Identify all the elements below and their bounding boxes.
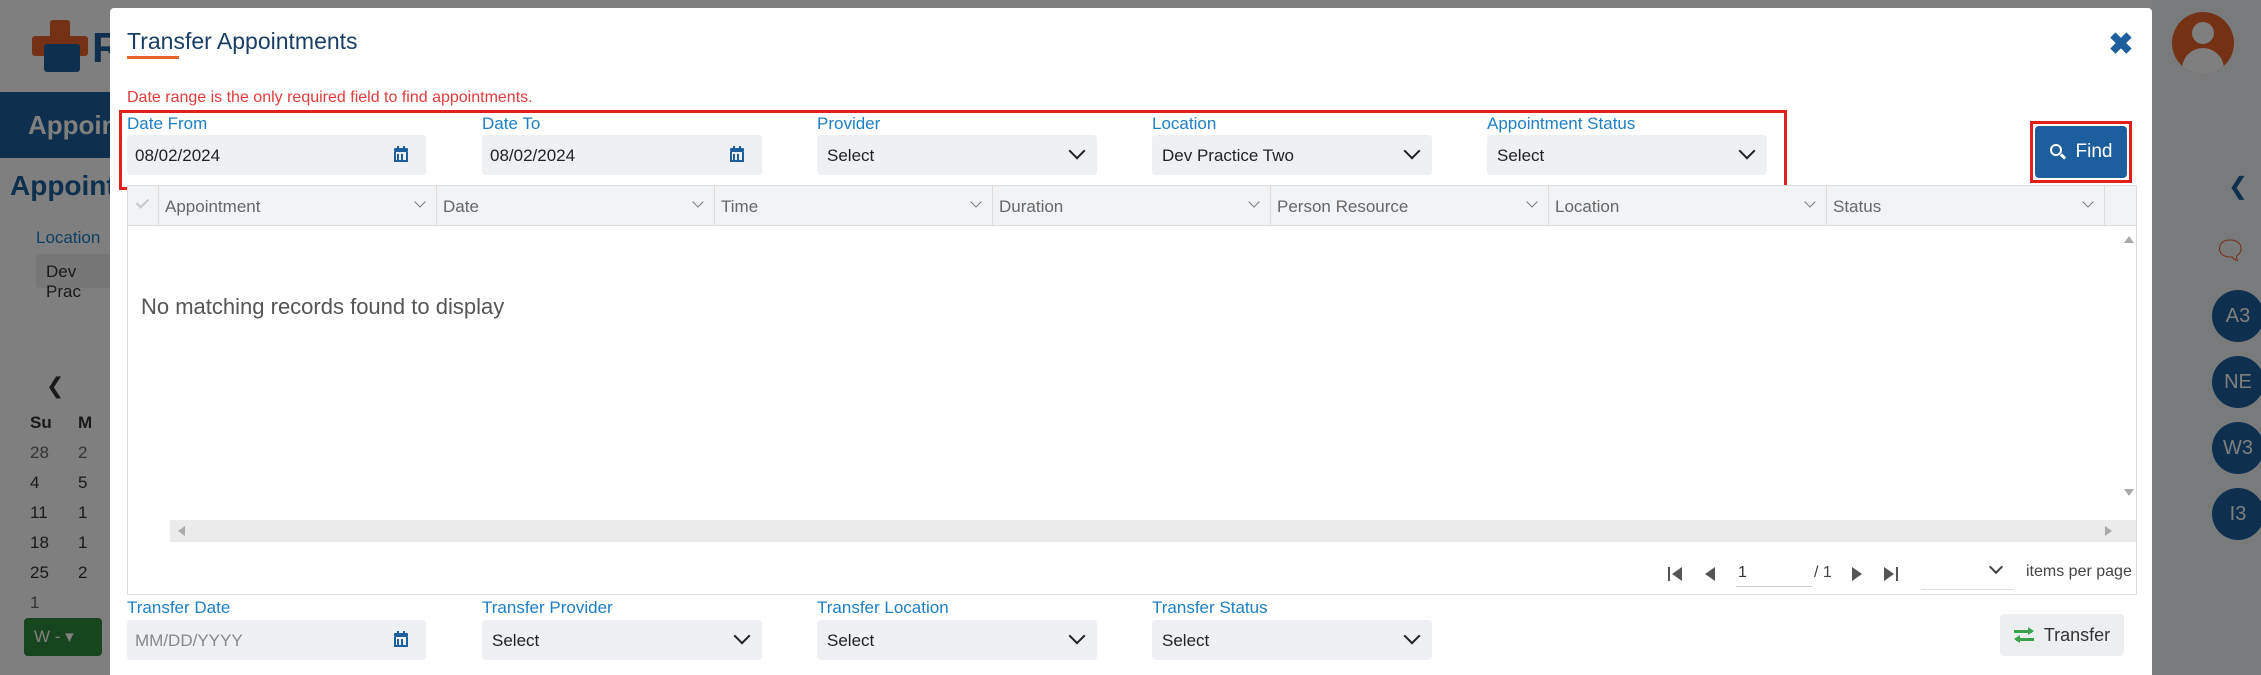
- page-number-input[interactable]: 1: [1736, 559, 1812, 587]
- date-to-value: 08/02/2024: [490, 146, 576, 165]
- page-total: / 1: [1814, 564, 1832, 581]
- transfer-provider-select[interactable]: Select: [482, 620, 762, 660]
- column-header-duration[interactable]: Duration: [993, 186, 1271, 226]
- grid-header: Appointment Date Time Duration Person Re…: [128, 186, 2136, 226]
- date-from-input[interactable]: 08/02/2024: [127, 135, 426, 175]
- items-per-page-select[interactable]: [1921, 554, 2013, 590]
- transfer-date-input[interactable]: MM/DD/YYYY: [127, 620, 426, 660]
- location-select[interactable]: Dev Practice Two: [1152, 135, 1432, 175]
- scroll-down-icon[interactable]: [2124, 489, 2134, 496]
- required-message: Date range is the only required field to…: [127, 89, 533, 106]
- column-header-label: Duration: [999, 197, 1064, 216]
- empty-grid-message: No matching records found to display: [141, 294, 505, 319]
- provider-label: Provider: [817, 114, 881, 133]
- pager: 1 / 1: [1666, 558, 1902, 588]
- title-underline: [127, 56, 179, 59]
- scroll-up-icon[interactable]: [2124, 236, 2134, 243]
- calendar-icon[interactable]: [394, 631, 408, 647]
- provider-select[interactable]: Select: [817, 135, 1097, 175]
- transfer-date-label: Transfer Date: [127, 598, 231, 617]
- transfer-location-value: Select: [827, 631, 875, 650]
- first-page-icon[interactable]: [1666, 562, 1688, 584]
- transfer-status-label: Transfer Status: [1152, 598, 1268, 617]
- date-to-input[interactable]: 08/02/2024: [482, 135, 762, 175]
- last-page-icon[interactable]: [1880, 562, 1902, 584]
- chevron-down-icon[interactable]: [1526, 196, 1538, 208]
- scroll-left-icon[interactable]: [178, 526, 185, 536]
- appointment-status-select[interactable]: Select: [1487, 135, 1767, 175]
- chevron-down-icon[interactable]: [1804, 196, 1816, 208]
- transfer-status-value: Select: [1162, 631, 1210, 650]
- search-icon: [2049, 144, 2066, 160]
- column-header-label: Location: [1555, 197, 1620, 216]
- horizontal-scrollbar[interactable]: [170, 520, 2120, 542]
- transfer-provider-label: Transfer Provider: [482, 598, 613, 617]
- grid-header-spacer: [2105, 186, 2136, 226]
- column-header-person-resource[interactable]: Person Resource: [1271, 186, 1549, 226]
- provider-value: Select: [827, 146, 875, 165]
- chevron-down-icon: [733, 627, 751, 645]
- chevron-down-icon: [1403, 627, 1421, 645]
- column-header-label: Person Resource: [1277, 197, 1409, 216]
- appointments-grid: Appointment Date Time Duration Person Re…: [127, 185, 2137, 595]
- column-header-label: Appointment: [165, 197, 261, 216]
- chevron-down-icon[interactable]: [1248, 196, 1260, 208]
- prev-page-icon[interactable]: [1700, 562, 1722, 584]
- transfer-button-label: Transfer: [2043, 624, 2111, 645]
- transfer-button[interactable]: Transfer: [2000, 614, 2124, 656]
- column-header-label: Status: [1833, 197, 1882, 216]
- chevron-down-icon: [1068, 627, 1086, 645]
- chevron-down-icon: [1738, 142, 1756, 160]
- chevron-down-icon[interactable]: [692, 196, 704, 208]
- chevron-down-icon: [1988, 559, 2004, 575]
- calendar-icon[interactable]: [394, 146, 408, 162]
- chevron-down-icon[interactable]: [970, 196, 982, 208]
- scrollbar-corner: [2120, 520, 2136, 542]
- column-header-label: Time: [721, 197, 759, 216]
- scroll-right-icon[interactable]: [2105, 526, 2112, 536]
- transfer-provider-value: Select: [492, 631, 540, 650]
- appointment-status-value: Select: [1497, 146, 1545, 165]
- chevron-down-icon[interactable]: [2082, 196, 2094, 208]
- next-page-icon[interactable]: [1846, 562, 1868, 584]
- date-from-label: Date From: [127, 114, 208, 133]
- column-header-location[interactable]: Location: [1549, 186, 1827, 226]
- modal-title: Transfer Appointments: [127, 28, 358, 54]
- find-button[interactable]: Find: [2035, 126, 2127, 178]
- select-all-checkbox[interactable]: [128, 186, 159, 226]
- chevron-down-icon[interactable]: [414, 196, 426, 208]
- transfer-status-select[interactable]: Select: [1152, 620, 1432, 660]
- chevron-down-icon: [1068, 142, 1086, 160]
- location-value: Dev Practice Two: [1162, 146, 1294, 165]
- items-per-page-label: items per page: [2026, 563, 2132, 580]
- column-header-status[interactable]: Status: [1827, 186, 2105, 226]
- date-from-value: 08/02/2024: [135, 146, 221, 165]
- transfer-location-select[interactable]: Select: [817, 620, 1097, 660]
- swap-arrows-icon: [2013, 627, 2034, 643]
- calendar-icon[interactable]: [730, 146, 744, 162]
- column-header-appointment[interactable]: Appointment: [159, 186, 437, 226]
- transfer-location-label: Transfer Location: [817, 598, 949, 617]
- column-header-date[interactable]: Date: [437, 186, 715, 226]
- chevron-down-icon: [1403, 142, 1421, 160]
- transfer-appointments-modal: Transfer Appointments ✖ Date range is th…: [110, 8, 2152, 675]
- location-label: Location: [1152, 114, 1217, 133]
- column-header-label: Date: [443, 197, 479, 216]
- date-to-label: Date To: [482, 114, 541, 133]
- transfer-date-placeholder: MM/DD/YYYY: [135, 631, 243, 650]
- close-icon[interactable]: ✖: [2106, 30, 2136, 60]
- find-button-label: Find: [2075, 141, 2113, 162]
- appointment-status-label: Appointment Status: [1487, 114, 1636, 133]
- column-header-time[interactable]: Time: [715, 186, 993, 226]
- vertical-scrollbar[interactable]: [2120, 226, 2136, 502]
